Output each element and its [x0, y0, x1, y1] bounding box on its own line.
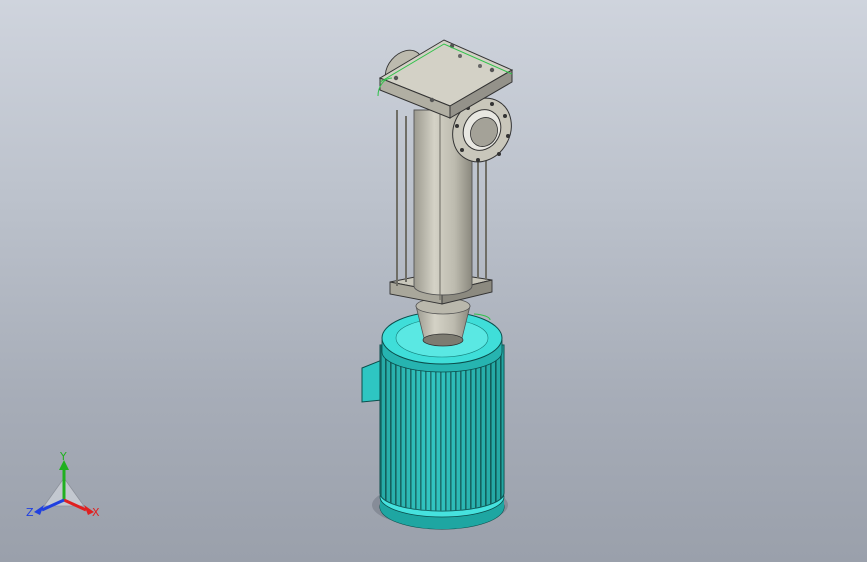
y-axis-label: Y	[59, 450, 67, 463]
graphics-area[interactable]: Y X Z	[0, 0, 867, 562]
x-axis-label: X	[92, 506, 100, 519]
pump-model[interactable]	[0, 0, 867, 562]
adapter-cone	[415, 297, 471, 347]
z-axis-label: Z	[26, 506, 34, 519]
orientation-triad: Y X Z	[26, 450, 100, 519]
